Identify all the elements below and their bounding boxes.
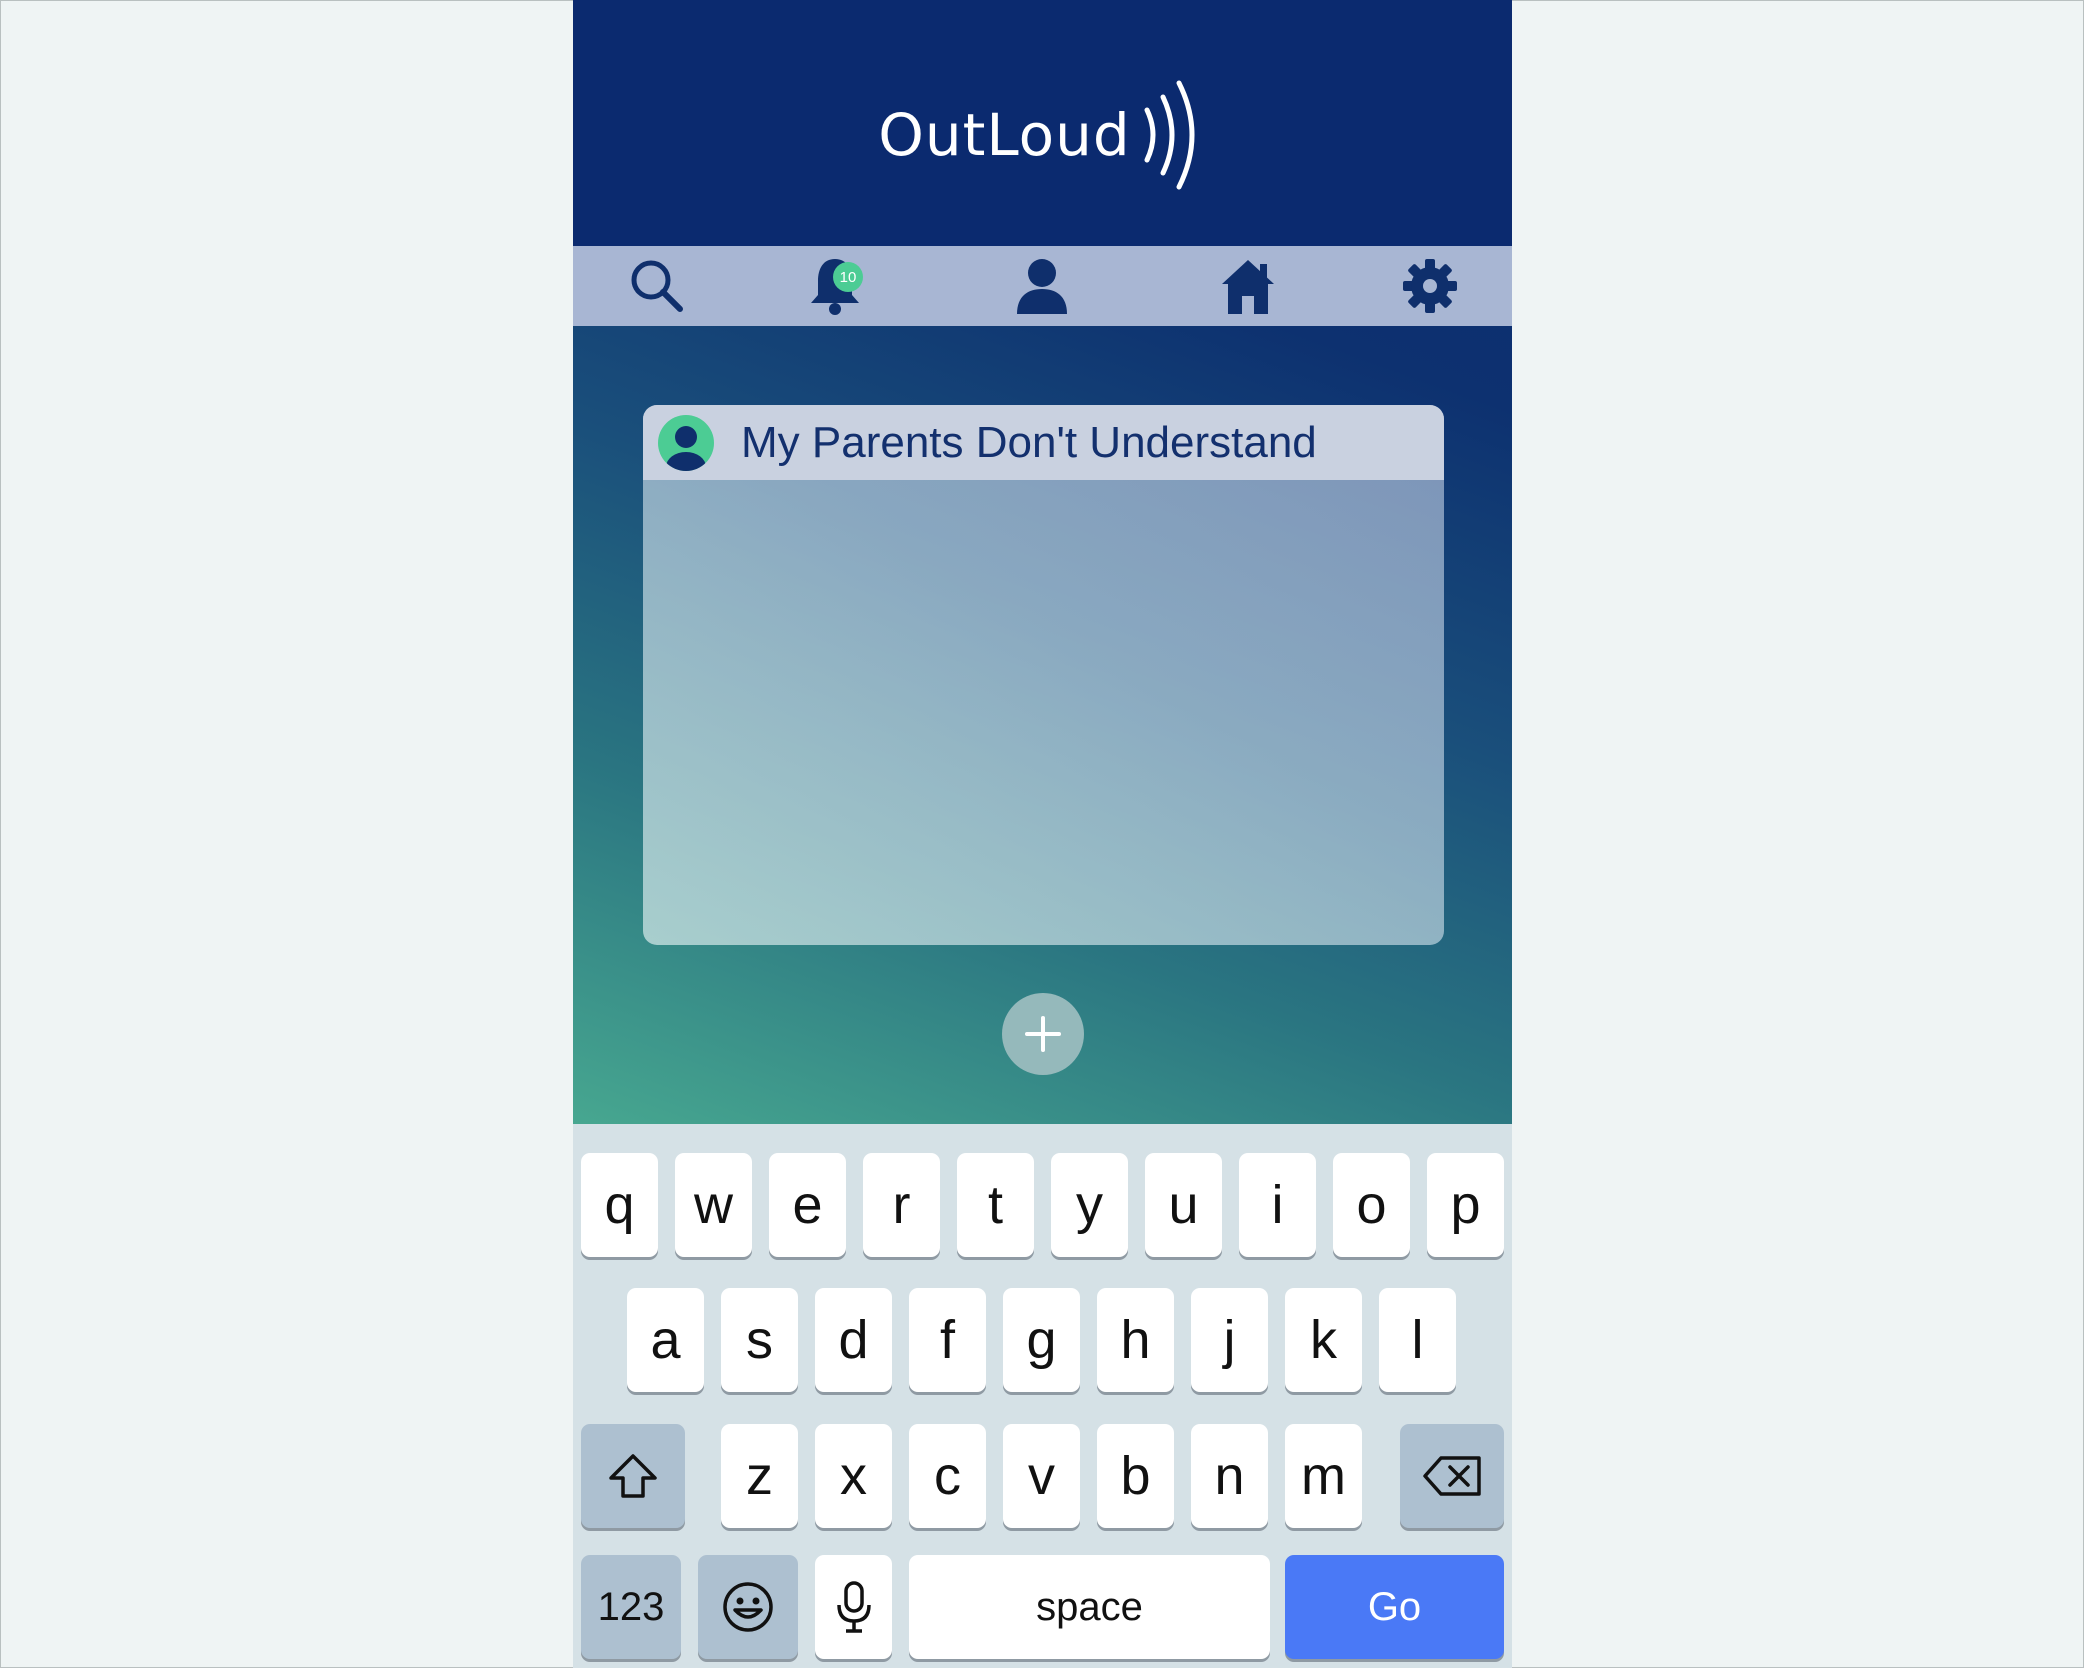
emoji-icon [723, 1582, 773, 1632]
microphone-icon [836, 1581, 871, 1633]
user-icon [1017, 259, 1067, 314]
backspace-key[interactable] [1400, 1424, 1504, 1528]
nav-profile-button[interactable] [1010, 254, 1074, 318]
plus-icon [1025, 1016, 1061, 1052]
nav-notifications-button[interactable]: 10 [803, 254, 867, 318]
key-w[interactable]: w [675, 1153, 752, 1257]
post-title: My Parents Don't Understand [741, 418, 1317, 467]
add-post-button[interactable] [1002, 993, 1084, 1075]
user-avatar-icon [658, 415, 714, 471]
shift-icon [609, 1454, 657, 1498]
key-b[interactable]: b [1097, 1424, 1174, 1528]
key-p[interactable]: p [1427, 1153, 1504, 1257]
home-icon [1222, 260, 1274, 314]
key-l[interactable]: l [1379, 1288, 1456, 1392]
backspace-icon [1423, 1456, 1481, 1496]
phone-screen: OutLoud 10 My Parents Don't Understand q… [573, 0, 1512, 1668]
nav-settings-button[interactable] [1398, 254, 1462, 318]
search-icon [631, 260, 683, 312]
key-z[interactable]: z [721, 1424, 798, 1528]
key-t[interactable]: t [957, 1153, 1034, 1257]
gear-icon [1403, 259, 1457, 313]
nav-bar: 10 [573, 246, 1512, 326]
key-s[interactable]: s [721, 1288, 798, 1392]
key-j[interactable]: j [1191, 1288, 1268, 1392]
logo-text: OutLoud [878, 101, 1131, 169]
go-key[interactable]: Go [1285, 1555, 1504, 1659]
key-e[interactable]: e [769, 1153, 846, 1257]
key-q[interactable]: q [581, 1153, 658, 1257]
app-logo: OutLoud [573, 70, 1512, 200]
key-m[interactable]: m [1285, 1424, 1362, 1528]
shift-key[interactable] [581, 1424, 685, 1528]
key-a[interactable]: a [627, 1288, 704, 1392]
key-x[interactable]: x [815, 1424, 892, 1528]
key-k[interactable]: k [1285, 1288, 1362, 1392]
notification-badge: 10 [833, 262, 863, 292]
nav-home-button[interactable] [1216, 254, 1280, 318]
key-h[interactable]: h [1097, 1288, 1174, 1392]
nav-search-button[interactable] [625, 254, 689, 318]
emoji-key[interactable] [698, 1555, 798, 1659]
key-r[interactable]: r [863, 1153, 940, 1257]
post-card[interactable]: My Parents Don't Understand [643, 405, 1444, 945]
key-d[interactable]: d [815, 1288, 892, 1392]
key-y[interactable]: y [1051, 1153, 1128, 1257]
key-v[interactable]: v [1003, 1424, 1080, 1528]
key-n[interactable]: n [1191, 1424, 1268, 1528]
numbers-key[interactable]: 123 [581, 1555, 681, 1659]
on-screen-keyboard: q w e r t y u i o p a s d f g h j k l z … [573, 1124, 1512, 1668]
post-card-header: My Parents Don't Understand [643, 405, 1444, 480]
key-i[interactable]: i [1239, 1153, 1316, 1257]
app-header: OutLoud [573, 0, 1512, 246]
key-u[interactable]: u [1145, 1153, 1222, 1257]
sound-waves-icon [1144, 80, 1195, 190]
microphone-key[interactable] [815, 1555, 892, 1659]
key-c[interactable]: c [909, 1424, 986, 1528]
key-g[interactable]: g [1003, 1288, 1080, 1392]
key-f[interactable]: f [909, 1288, 986, 1392]
key-o[interactable]: o [1333, 1153, 1410, 1257]
space-key[interactable]: space [909, 1555, 1270, 1659]
